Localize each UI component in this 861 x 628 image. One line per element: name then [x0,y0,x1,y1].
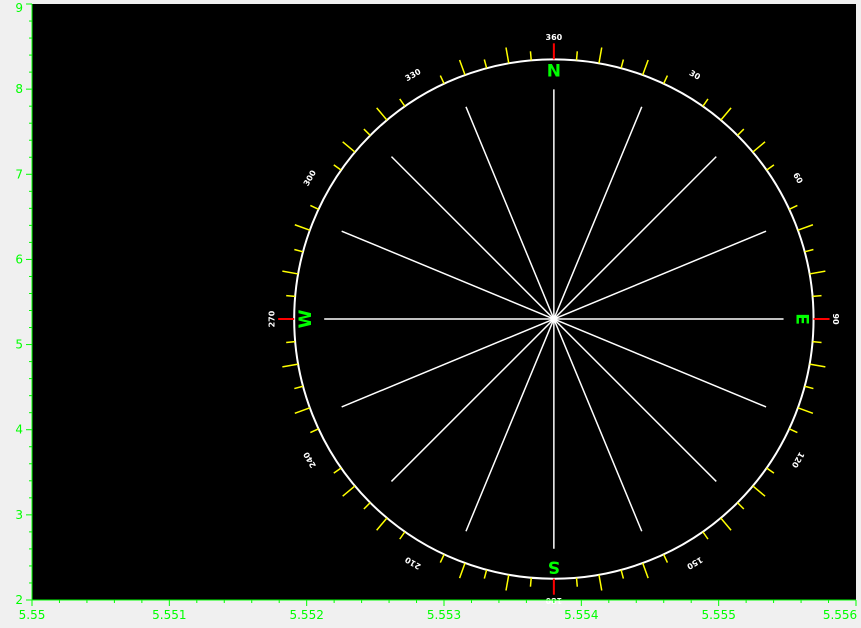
cardinal-label-n: N [547,61,561,81]
x-tick-label: 5.556 [823,608,857,622]
y-tick-label: 4 [15,423,23,437]
compass-chart: 360306090120150180210240270300330 NESW 5.… [0,0,861,628]
degree-label: 90 [831,313,840,325]
compass-tick [529,577,532,587]
x-tick-label: 5.551 [152,608,186,622]
compass-tick [529,51,532,61]
y-tick-label: 8 [15,82,23,96]
cardinal-label-s: S [548,557,560,577]
x-tick-label: 5.554 [564,608,598,622]
cardinal-label-w: W [296,309,316,328]
compass-tick [286,340,296,344]
x-tick-label: 5.552 [289,608,323,622]
y-tick-label: 2 [15,593,23,607]
compass-tick [286,294,296,298]
y-tick-label: 3 [15,508,23,522]
y-tick-label: 6 [15,252,23,266]
cardinal-label-e: E [792,313,812,325]
degree-label: 270 [268,310,277,327]
x-tick-label: 5.553 [427,608,461,622]
plot-area [32,4,856,600]
y-tick-label: 7 [15,167,23,181]
degree-label: 360 [546,33,563,42]
x-tick-label: 5.55 [19,608,46,622]
y-tick-label: 9 [15,1,23,15]
x-tick-label: 5.555 [701,608,735,622]
y-tick-label: 5 [15,338,23,352]
compass-tick [812,340,822,344]
compass-tick [575,577,579,587]
compass-tick [575,51,579,61]
compass-tick [812,294,822,298]
